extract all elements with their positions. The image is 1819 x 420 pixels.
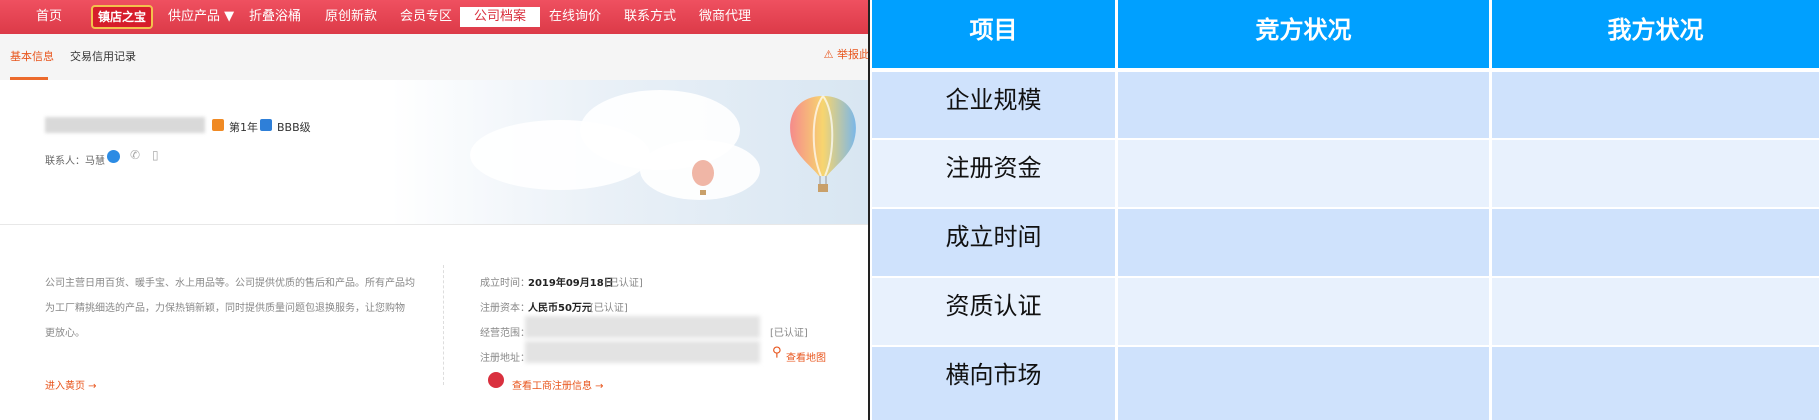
ours-cell[interactable]: [1492, 209, 1819, 278]
section-divider: [443, 265, 445, 385]
enter-yellow-pages-link[interactable]: 进入黄页 →: [45, 377, 97, 392]
tab-credit-record[interactable]: 交易信用记录: [70, 48, 136, 64]
company-description-line: 为工厂精挑细选的产品，力保热销新颖，同时提供质量问题包退换服务，让您购物: [45, 303, 405, 314]
row-label: 横向市场: [872, 347, 1118, 420]
report-link[interactable]: ⚠ 举报此: [823, 46, 870, 62]
row-label: 企业规模: [872, 72, 1118, 140]
nav-company-profile[interactable]: 公司档案: [460, 7, 541, 27]
capital-verified: [已认证]: [590, 303, 628, 314]
business-registry-link[interactable]: 查看工商注册信息 →: [512, 377, 604, 392]
nav-products[interactable]: 供应产品 ▼: [168, 0, 234, 34]
header-competitor: 竞方状况: [1118, 0, 1492, 68]
competitor-cell[interactable]: [1118, 347, 1492, 420]
competitor-cell[interactable]: [1118, 72, 1492, 140]
ours-cell[interactable]: [1492, 278, 1819, 347]
ours-cell[interactable]: [1492, 72, 1819, 140]
nav-agent[interactable]: 微商代理: [699, 0, 751, 34]
header-ours: 我方状况: [1492, 0, 1819, 68]
nav-featured-badge[interactable]: 镇店之宝: [91, 5, 153, 29]
comparison-table: 项目 竞方状况 我方状况 企业规模 注册资金 成立时间 资质认证 横向市场: [872, 0, 1819, 420]
row-label: 成立时间: [872, 209, 1118, 278]
contact-person: 联系人：马慧: [45, 156, 105, 167]
top-nav-bar: 首页 镇店之宝 供应产品 ▼ 折叠浴桶 原创新款 会员专区 公司档案 在线询价 …: [0, 0, 868, 34]
warning-shield-icon: ⚠: [823, 48, 834, 61]
rating-icon: [260, 119, 272, 131]
tab-basic-info[interactable]: 基本信息: [10, 48, 54, 64]
map-pin-icon: ⚲: [772, 345, 782, 360]
membership-years: 第1年: [229, 121, 258, 134]
small-balloon-icon: [692, 160, 714, 195]
nav-home[interactable]: 首页: [36, 0, 62, 34]
address-label: 注册地址：: [480, 353, 530, 364]
year-badge-icon: [212, 119, 224, 131]
header-item: 项目: [872, 0, 1118, 68]
row-label: 注册资金: [872, 140, 1118, 209]
scope-value-blurred: [525, 316, 760, 338]
capital-label: 注册资本：: [480, 303, 530, 314]
government-emblem-icon: [488, 372, 504, 388]
phone-icon[interactable]: ✆: [130, 148, 140, 162]
nav-contact[interactable]: 联系方式: [624, 0, 676, 34]
address-value-blurred: [525, 341, 760, 363]
row-label: 资质认证: [872, 278, 1118, 347]
company-name-blurred: [45, 117, 205, 133]
ours-cell[interactable]: [1492, 140, 1819, 209]
nav-member[interactable]: 会员专区: [400, 0, 452, 34]
profile-tab-bar: 基本信息 交易信用记录 ⚠ 举报此: [0, 34, 870, 81]
company-profile-page: 首页 镇店之宝 供应产品 ▼ 折叠浴桶 原创新款 会员专区 公司档案 在线询价 …: [0, 0, 870, 420]
credit-rating: BBB级: [277, 121, 311, 134]
company-description-line: 更放心。: [45, 328, 85, 339]
capital-value: 人民币50万元: [528, 303, 592, 314]
nav-folding-tub[interactable]: 折叠浴桶: [249, 0, 301, 34]
mobile-icon[interactable]: ▯: [152, 148, 159, 162]
hot-air-balloon-icon: [790, 95, 856, 192]
competitor-cell[interactable]: [1118, 278, 1492, 347]
view-map-link[interactable]: 查看地图: [786, 349, 826, 364]
scope-label: 经营范围：: [480, 328, 530, 339]
profile-banner: 第1年 BBB级 联系人：马慧 ✆ ▯: [0, 80, 868, 225]
nav-original[interactable]: 原创新款: [325, 0, 377, 34]
chat-icon[interactable]: [107, 150, 120, 163]
ours-cell[interactable]: [1492, 347, 1819, 420]
scope-verified: [已认证]: [770, 328, 808, 339]
founded-verified: [已认证]: [605, 278, 643, 289]
report-label: 举报此: [837, 48, 870, 61]
competitor-cell[interactable]: [1118, 140, 1492, 209]
company-info-section: 公司主营日用百货、暖手宝、水上用品等。公司提供优质的售后和产品。所有产品均 为工…: [0, 225, 868, 420]
founded-label: 成立时间：: [480, 278, 530, 289]
competitor-cell[interactable]: [1118, 209, 1492, 278]
founded-value: 2019年09月18日: [528, 278, 614, 289]
company-description-line: 公司主营日用百货、暖手宝、水上用品等。公司提供优质的售后和产品。所有产品均: [45, 278, 415, 289]
nav-inquiry[interactable]: 在线询价: [549, 0, 601, 34]
